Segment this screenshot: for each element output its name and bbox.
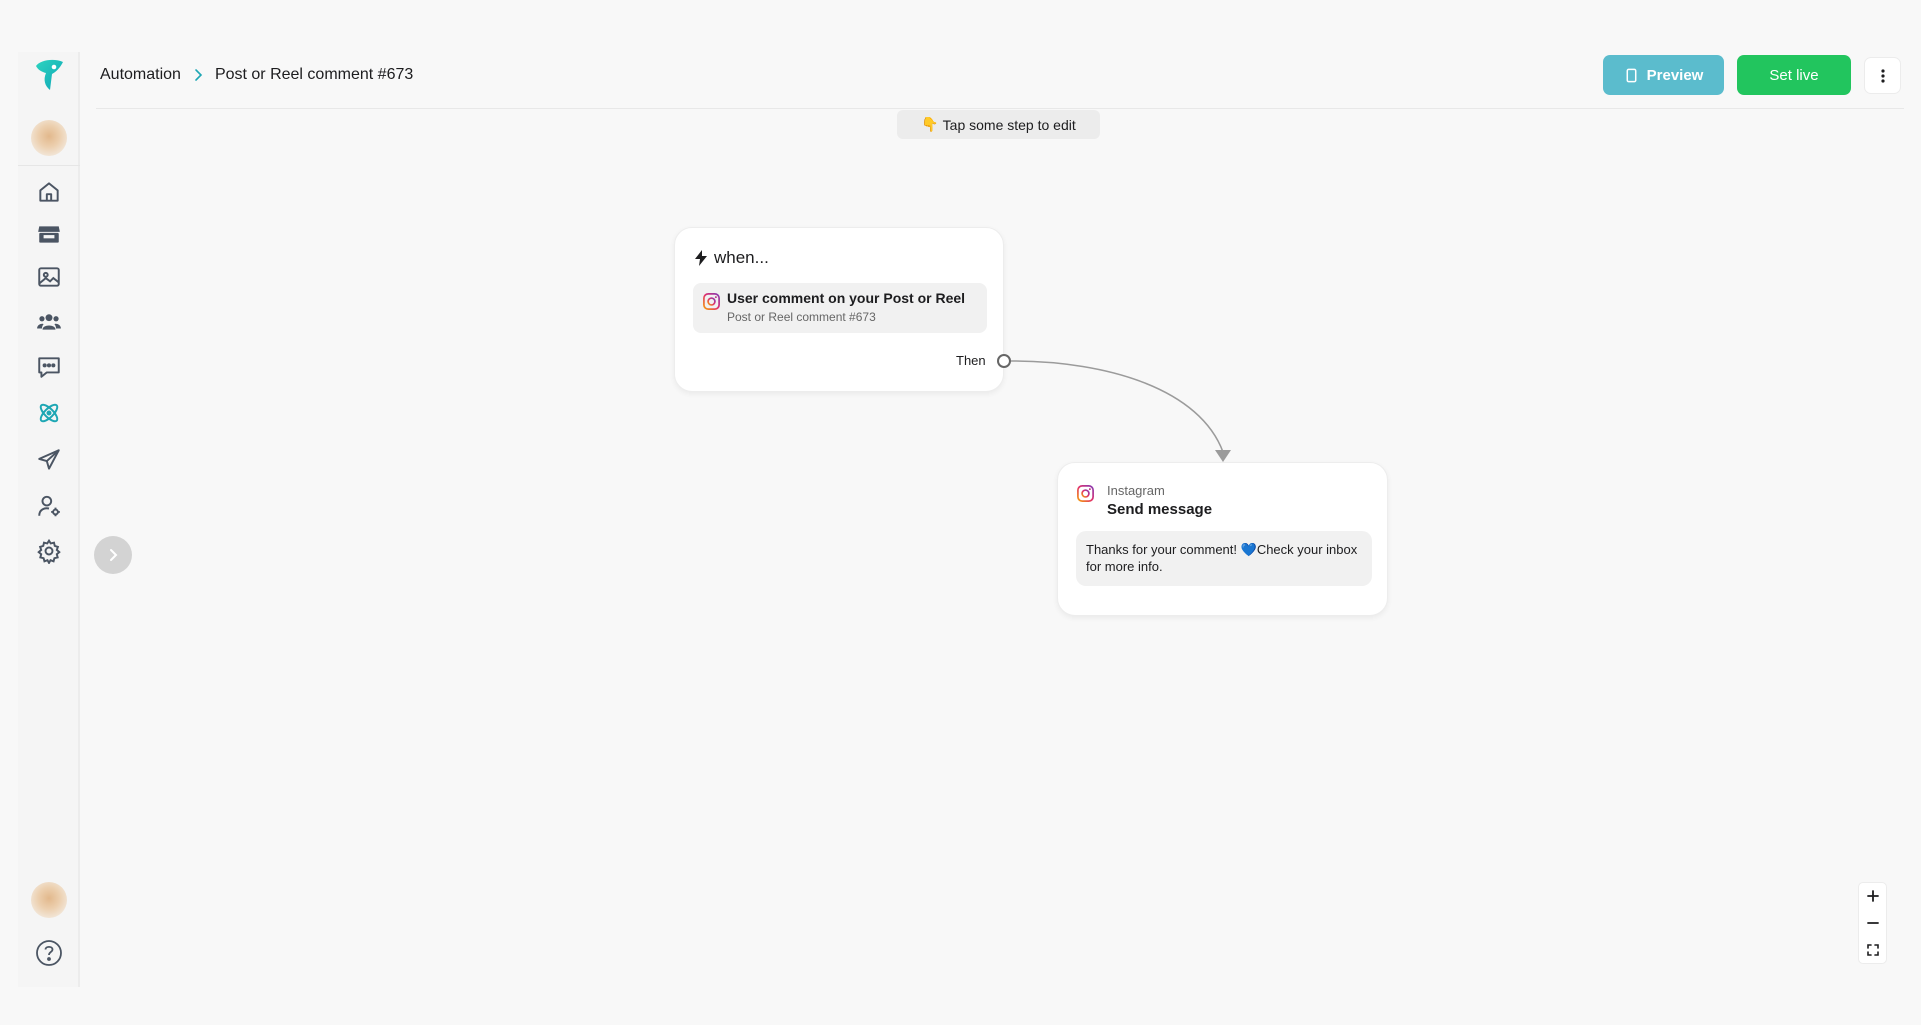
then-label: Then (956, 353, 986, 368)
chevron-right-icon (110, 549, 118, 561)
more-options-button[interactable] (1864, 57, 1901, 94)
atom-icon (39, 403, 59, 423)
header-divider (96, 108, 1904, 109)
more-vertical-icon (1880, 68, 1885, 83)
sidebar-item-broadcast[interactable] (34, 445, 64, 475)
trigger-node[interactable]: when... User comment on your Post or Ree… (674, 227, 1004, 392)
sidebar-item-contacts[interactable] (34, 307, 64, 337)
user-avatar[interactable] (31, 882, 67, 918)
preview-label: Preview (1646, 66, 1704, 84)
send-icon (38, 449, 60, 470)
chat-icon (38, 357, 60, 378)
trigger-title: User comment on your Post or Reel (727, 290, 966, 306)
message-text-start: Thanks for your comment! (1086, 542, 1241, 557)
action-title: Send message (1107, 501, 1213, 518)
minus-icon (1866, 922, 1879, 924)
users-icon (37, 314, 61, 330)
zoom-in-button[interactable] (1859, 883, 1886, 910)
send-message-node[interactable]: Instagram Send message Thanks for your c… (1057, 462, 1388, 616)
lightning-icon (695, 250, 707, 266)
set-live-label: Set live (1769, 66, 1819, 84)
image-icon (38, 267, 60, 287)
zoom-out-button[interactable] (1859, 910, 1886, 937)
trigger-heading-text: when... (714, 248, 769, 267)
fit-view-button[interactable] (1859, 936, 1886, 963)
sidebar-item-home[interactable] (34, 177, 64, 207)
blue-heart-icon: 💙 (1240, 542, 1257, 557)
action-platform: Instagram (1107, 483, 1165, 498)
user-settings-icon (38, 495, 60, 517)
plus-icon (1866, 890, 1879, 903)
sidebar-item-inbox[interactable] (34, 352, 64, 382)
edit-hint: 👇 Tap some step to edit (897, 110, 1100, 139)
help-icon (36, 940, 62, 966)
preview-button[interactable]: Preview (1603, 55, 1724, 95)
workspace-avatar[interactable] (31, 120, 67, 156)
help-button[interactable] (34, 938, 64, 968)
sidebar-item-settings[interactable] (34, 536, 64, 566)
sidebar (18, 52, 80, 987)
chevron-right-icon (195, 69, 203, 81)
edit-hint-text: Tap some step to edit (942, 116, 1076, 133)
message-preview[interactable]: Thanks for your comment! 💙Check your inb… (1076, 531, 1372, 586)
brand-logo-icon[interactable] (30, 56, 68, 94)
pointing-down-icon: 👇 (921, 116, 939, 132)
fullscreen-icon (1866, 943, 1879, 956)
sidebar-item-media[interactable] (34, 262, 64, 292)
instagram-icon (1077, 485, 1094, 502)
set-live-button[interactable]: Set live (1737, 55, 1851, 95)
breadcrumb: Automation Post or Reel comment #673 (100, 64, 413, 86)
home-icon (39, 182, 59, 202)
zoom-controls (1858, 882, 1887, 964)
then-connector-handle[interactable] (997, 354, 1011, 368)
phone-icon (1626, 68, 1637, 82)
sidebar-item-store[interactable] (34, 219, 64, 249)
expand-panel-button[interactable] (94, 536, 132, 574)
trigger-card[interactable]: User comment on your Post or Reel Post o… (693, 283, 987, 333)
sidebar-divider (18, 165, 80, 166)
instagram-icon (703, 293, 720, 310)
trigger-heading: when... (694, 248, 769, 268)
breadcrumb-automation-link[interactable]: Automation (100, 66, 181, 84)
sidebar-item-automation[interactable] (34, 398, 64, 428)
breadcrumb-current: Post or Reel comment #673 (214, 66, 414, 83)
store-icon (38, 226, 60, 243)
gear-icon (37, 538, 61, 564)
flow-connector (1010, 360, 1231, 462)
sidebar-item-team[interactable] (34, 491, 64, 521)
trigger-subtitle: Post or Reel comment #673 (727, 310, 876, 324)
